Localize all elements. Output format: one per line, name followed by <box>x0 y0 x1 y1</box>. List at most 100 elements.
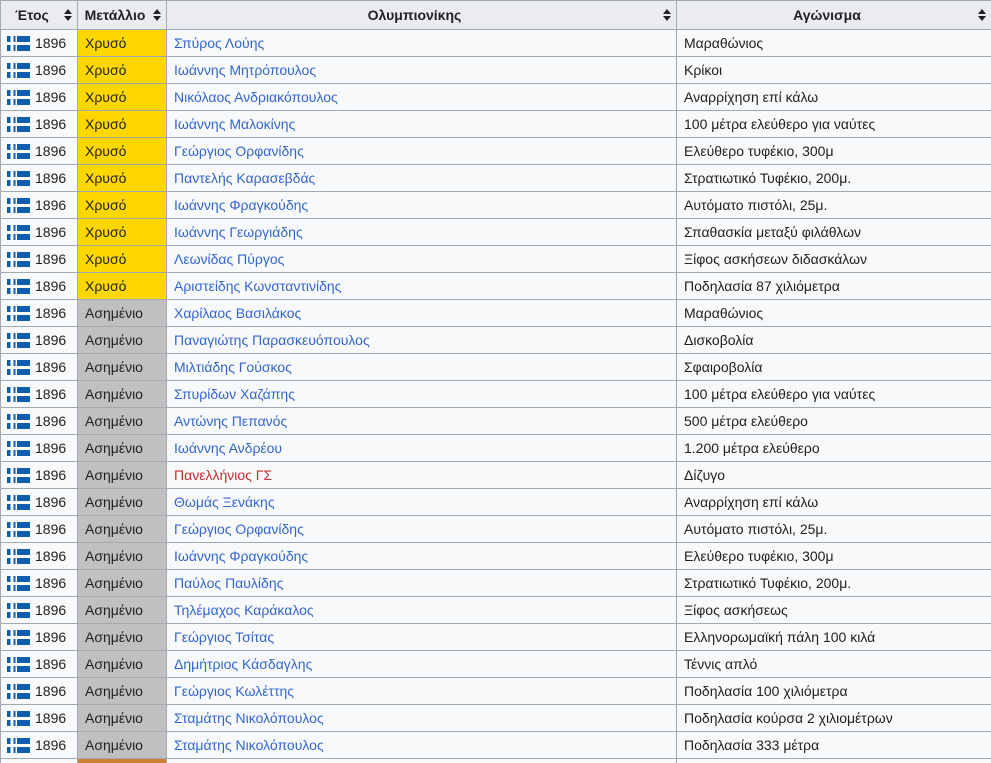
olympian-cell: Ιωάννης Μητρόπουλος <box>167 57 677 84</box>
medal-cell: Χρυσό <box>78 57 167 84</box>
olympian-link[interactable]: Λεωνίδας Πύργος <box>174 251 284 267</box>
year-label: 1896 <box>35 62 66 78</box>
medal-cell: Ασημένιο <box>78 462 167 489</box>
table-row: 1896 Ασημένιο Γεώργιος Τσίτας Ελληνορωμα… <box>1 624 991 651</box>
year-cell: 1896 <box>1 516 78 543</box>
column-header-olympian[interactable]: Ολυμπιονίκης <box>167 1 677 30</box>
olympian-link[interactable]: Ιωάννης Μητρόπουλος <box>174 62 316 78</box>
greece-flag-icon <box>7 117 30 132</box>
medal-cell: Χρυσό <box>78 192 167 219</box>
greece-flag-icon <box>7 198 30 213</box>
sort-icon[interactable] <box>64 9 72 21</box>
event-cell: Ποδηλασία κούρσα 2 χιλιομέτρων <box>677 705 991 732</box>
year-cell <box>1 759 78 763</box>
year-cell: 1896 <box>1 84 78 111</box>
table-row: 1896 Χρυσό Νικόλαος Ανδριακόπουλος Αναρρ… <box>1 84 991 111</box>
medal-cell: Ασημένιο <box>78 570 167 597</box>
event-cell: 100 μέτρα ελεύθερο για ναύτες <box>677 381 991 408</box>
event-cell: Δισκοβολία <box>677 327 991 354</box>
olympian-cell: Παντελής Καρασεβδάς <box>167 165 677 192</box>
olympian-cell: Ιωάννης Γεωργιάδης <box>167 219 677 246</box>
medal-cell: Χρυσό <box>78 84 167 111</box>
olympian-cell: Τηλέμαχος Καράκαλος <box>167 597 677 624</box>
table-row: 1896 Ασημένιο Ιωάννης Ανδρέου 1.200 μέτρ… <box>1 435 991 462</box>
year-cell: 1896 <box>1 165 78 192</box>
greece-flag-icon <box>7 36 30 51</box>
column-header-medal-label: Μετάλλιο <box>85 7 146 23</box>
olympian-cell: Θωμάς Ξενάκης <box>167 489 677 516</box>
table-row: 1896 Χρυσό Γεώργιος Ορφανίδης Ελεύθερο τ… <box>1 138 991 165</box>
year-cell: 1896 <box>1 273 78 300</box>
olympian-cell: Δημήτριος Κάσδαγλης <box>167 651 677 678</box>
table-row: 1896 Ασημένιο Σπυρίδων Χαζάπης 100 μέτρα… <box>1 381 991 408</box>
year-label: 1896 <box>35 332 66 348</box>
olympian-link[interactable]: Ιωάννης Φραγκούδης <box>174 548 308 564</box>
olympian-link[interactable]: Σταμάτης Νικολόπουλος <box>174 737 324 753</box>
olympian-link[interactable]: Ιωάννης Γεωργιάδης <box>174 224 303 240</box>
olympian-link[interactable]: Σταμάτης Νικολόπουλος <box>174 710 324 726</box>
olympian-link[interactable]: Γεώργιος Ορφανίδης <box>174 143 304 159</box>
olympian-link[interactable]: Σπύρος Λούης <box>174 35 264 51</box>
sort-icon[interactable] <box>978 9 986 21</box>
olympian-cell: Αριστείδης Κωνσταντινίδης <box>167 273 677 300</box>
olympian-link[interactable]: Πανελλήνιος ΓΣ <box>174 467 272 483</box>
olympian-link[interactable]: Αντώνης Πεπανός <box>174 413 287 429</box>
olympian-link[interactable]: Παναγιώτης Παρασκευόπουλος <box>174 332 370 348</box>
olympian-link[interactable]: Αριστείδης Κωνσταντινίδης <box>174 278 341 294</box>
olympian-link[interactable]: Ιωάννης Ανδρέου <box>174 440 282 456</box>
greece-flag-icon <box>7 495 30 510</box>
greece-flag-icon <box>7 333 30 348</box>
year-label: 1896 <box>35 197 66 213</box>
greece-flag-icon <box>7 711 30 726</box>
olympian-link[interactable]: Παντελής Καρασεβδάς <box>174 170 315 186</box>
table-row: 1896 Ασημένιο Πανελλήνιος ΓΣ Δίζυγο <box>1 462 991 489</box>
year-cell: 1896 <box>1 57 78 84</box>
olympian-link[interactable]: Δημήτριος Κάσδαγλης <box>174 656 312 672</box>
olympian-link[interactable]: Θωμάς Ξενάκης <box>174 494 275 510</box>
year-cell: 1896 <box>1 354 78 381</box>
medalists-table-container: Έτος Μετάλλιο Ολυμπιονίκης Αγώνισμα <box>0 0 991 763</box>
olympian-link[interactable]: Χαρίλαος Βασιλάκος <box>174 305 301 321</box>
column-header-year-label: Έτος <box>15 7 49 23</box>
medal-cell: Χρυσό <box>78 246 167 273</box>
event-cell: Σπαθασκία μεταξύ φιλάθλων <box>677 219 991 246</box>
olympian-link[interactable]: Γεώργιος Τσίτας <box>174 629 274 645</box>
year-cell: 1896 <box>1 30 78 57</box>
year-label: 1896 <box>35 359 66 375</box>
olympian-link[interactable]: Γεώργιος Κωλέττης <box>174 683 294 699</box>
olympian-link[interactable]: Παύλος Παυλίδης <box>174 575 283 591</box>
olympian-link[interactable]: Σπυρίδων Χαζάπης <box>174 386 295 402</box>
year-label: 1896 <box>35 737 66 753</box>
greece-flag-icon <box>7 63 30 78</box>
year-label: 1896 <box>35 89 66 105</box>
olympian-cell: Σπυρίδων Χαζάπης <box>167 381 677 408</box>
olympian-cell: Ιωάννης Φραγκούδης <box>167 192 677 219</box>
olympian-link[interactable]: Νικόλαος Ανδριακόπουλος <box>174 89 338 105</box>
year-cell: 1896 <box>1 678 78 705</box>
olympian-link[interactable]: Μιλτιάδης Γούσκος <box>174 359 292 375</box>
table-row: 1896 Χρυσό Ιωάννης Φραγκούδης Αυτόματο π… <box>1 192 991 219</box>
sort-icon[interactable] <box>153 9 161 21</box>
year-label: 1896 <box>35 413 66 429</box>
greece-flag-icon <box>7 441 30 456</box>
olympian-link[interactable]: Ιωάννης Μαλοκίνης <box>174 116 295 132</box>
year-cell: 1896 <box>1 543 78 570</box>
olympian-link[interactable]: Ιωάννης Φραγκούδης <box>174 197 308 213</box>
olympian-cell: Γεώργιος Κωλέττης <box>167 678 677 705</box>
column-header-year[interactable]: Έτος <box>1 1 78 30</box>
column-header-event[interactable]: Αγώνισμα <box>677 1 991 30</box>
year-label: 1896 <box>35 629 66 645</box>
greece-flag-icon <box>7 171 30 186</box>
medal-cell: Ασημένιο <box>78 435 167 462</box>
year-label: 1896 <box>35 35 66 51</box>
year-label: 1896 <box>35 251 66 267</box>
olympian-link[interactable]: Γεώργιος Ορφανίδης <box>174 521 304 537</box>
year-label: 1896 <box>35 224 66 240</box>
year-label: 1896 <box>35 521 66 537</box>
sort-icon[interactable] <box>663 9 671 21</box>
olympian-link[interactable]: Τηλέμαχος Καράκαλος <box>174 602 314 618</box>
column-header-medal[interactable]: Μετάλλιο <box>78 1 167 30</box>
greece-flag-icon <box>7 657 30 672</box>
year-label: 1896 <box>35 116 66 132</box>
table-row: 1896 Χρυσό Λεωνίδας Πύργος Ξίφος ασκήσεω… <box>1 246 991 273</box>
